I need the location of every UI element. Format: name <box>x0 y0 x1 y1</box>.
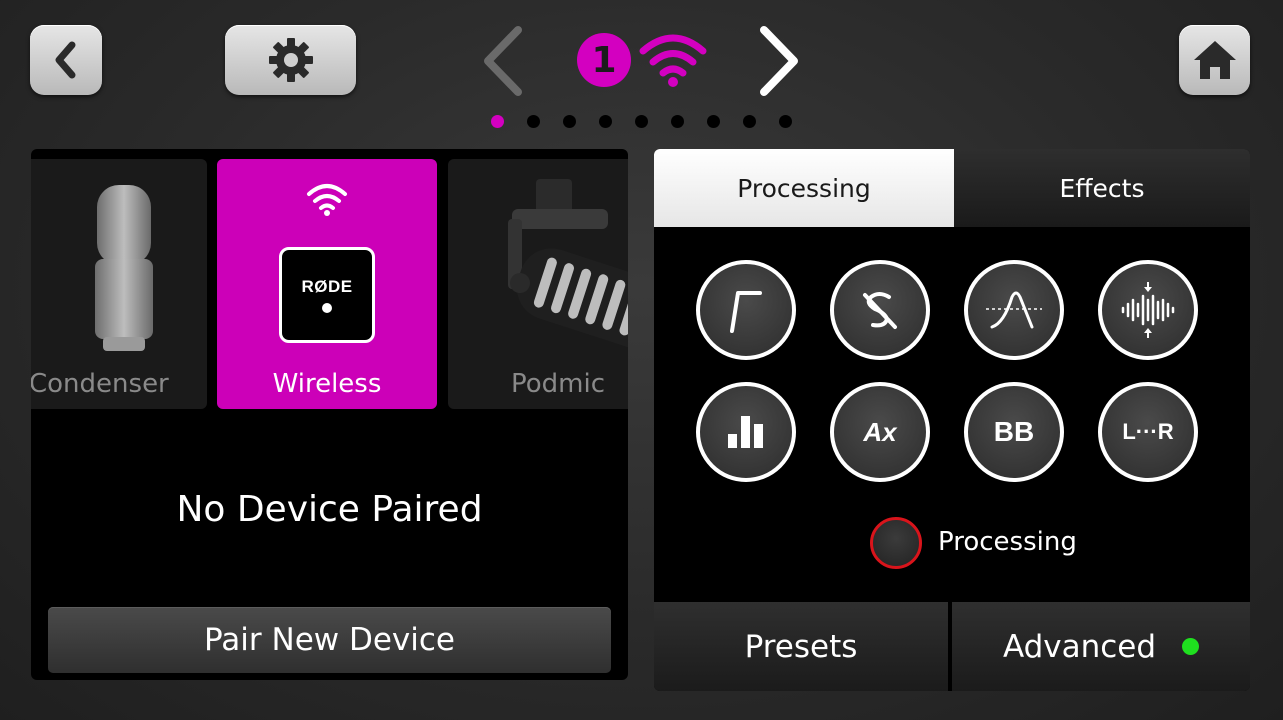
eq-icon <box>728 416 763 448</box>
source-label: Wireless <box>272 369 382 399</box>
presets-button[interactable]: Presets <box>654 602 948 691</box>
processing-toggle-label: Processing <box>938 527 1077 557</box>
wireless-icon <box>639 34 707 87</box>
de-esser-icon <box>863 292 897 329</box>
source-card-podmic[interactable]: Podmic <box>448 159 628 409</box>
advanced-status-indicator <box>1182 638 1200 655</box>
aural-exciter-icon: Ax <box>863 416 897 447</box>
home-icon <box>1193 41 1236 79</box>
presets-label: Presets <box>744 628 858 665</box>
big-bottom-icon: BB <box>993 416 1035 447</box>
settings-button[interactable] <box>225 25 356 95</box>
advanced-label: Advanced <box>1002 628 1157 665</box>
tab-processing[interactable]: Processing <box>654 149 954 227</box>
page-dot[interactable] <box>671 115 684 128</box>
compressor-icon <box>1121 282 1175 338</box>
pair-new-device-button[interactable]: Pair New Device <box>48 607 611 673</box>
source-label: Podmic <box>510 369 605 399</box>
page-dot[interactable] <box>491 115 504 128</box>
rode-logo-text: RØDE <box>301 277 353 296</box>
high-pass-filter-icon <box>730 291 762 333</box>
de-esser-button[interactable] <box>830 260 930 360</box>
gear-icon <box>268 38 313 82</box>
channel-number-badge: 1 <box>577 33 631 87</box>
noise-gate-button[interactable] <box>964 260 1064 360</box>
page-dot[interactable] <box>743 115 756 128</box>
compressor-button[interactable] <box>1098 260 1198 360</box>
page-indicator <box>491 115 792 128</box>
page-dot[interactable] <box>779 115 792 128</box>
page-dot[interactable] <box>563 115 576 128</box>
aural-exciter-button[interactable]: Ax <box>830 382 930 482</box>
condenser-mic-icon <box>95 185 153 351</box>
processing-panel: Processing Effects Ax BB L···R Processin… <box>654 149 1250 691</box>
home-button[interactable] <box>1179 25 1250 95</box>
source-panel: Condenser RØDE Wireless Podmic No Device… <box>31 149 628 680</box>
advanced-button[interactable]: Advanced <box>952 602 1250 691</box>
source-label: Condenser <box>31 369 169 399</box>
channel-indicator: 1 <box>577 31 709 89</box>
chevron-left-icon <box>55 41 76 79</box>
tab-effects[interactable]: Effects <box>954 149 1250 227</box>
high-pass-filter-button[interactable] <box>696 260 796 360</box>
noise-gate-icon <box>986 291 1042 329</box>
page-dot[interactable] <box>635 115 648 128</box>
podmic-icon <box>508 179 628 350</box>
page-dot[interactable] <box>707 115 720 128</box>
page-dot[interactable] <box>527 115 540 128</box>
processing-toggle[interactable] <box>870 517 922 569</box>
back-button[interactable] <box>30 25 102 95</box>
previous-channel-arrow[interactable] <box>478 24 528 98</box>
stereo-link-button[interactable]: L···R <box>1098 382 1198 482</box>
big-bottom-button[interactable]: BB <box>964 382 1064 482</box>
next-channel-arrow[interactable] <box>752 24 802 98</box>
stereo-link-icon: L···R <box>1122 419 1174 444</box>
source-card-condenser[interactable]: Condenser <box>31 159 207 409</box>
source-card-wireless[interactable]: RØDE Wireless <box>217 159 437 409</box>
device-status-text: No Device Paired <box>176 489 483 530</box>
rode-dot-icon <box>322 303 332 313</box>
rode-device-badge: RØDE <box>279 247 375 343</box>
wireless-icon <box>307 184 347 216</box>
eq-button[interactable] <box>696 382 796 482</box>
page-dot[interactable] <box>599 115 612 128</box>
